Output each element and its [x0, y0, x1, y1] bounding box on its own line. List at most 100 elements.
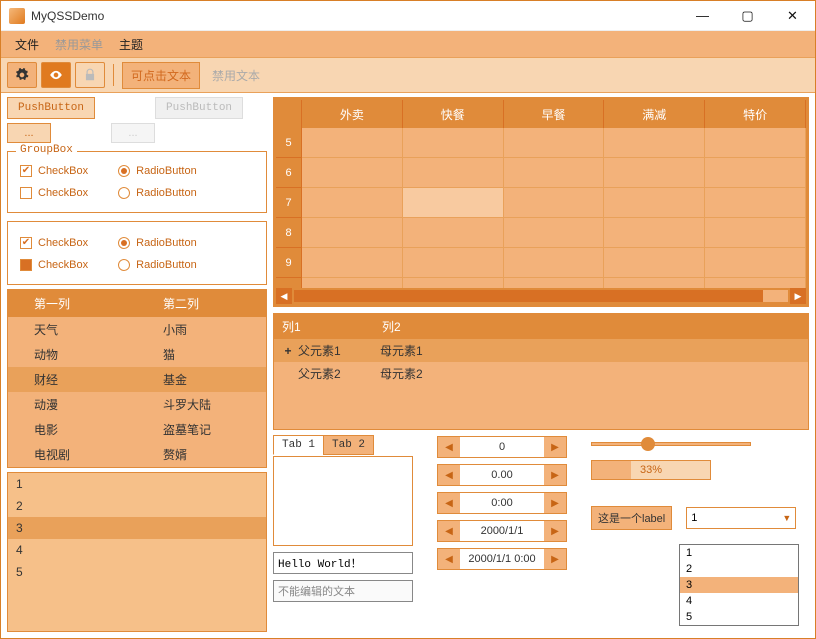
table-row[interactable]: 动漫斗罗大陆	[8, 392, 266, 417]
table-row[interactable]: 动物猫	[8, 342, 266, 367]
close-button[interactable]: ✕	[770, 1, 815, 30]
table-cell[interactable]	[504, 128, 605, 158]
h-scrollbar[interactable]: ◀ ▶	[276, 288, 806, 304]
table-cell[interactable]	[403, 188, 504, 218]
table-row[interactable]: 电影盗墓笔记	[8, 417, 266, 442]
table-row[interactable]: 财经基金	[8, 367, 266, 392]
maximize-button[interactable]: ▢	[725, 1, 770, 30]
minimize-button[interactable]: —	[680, 1, 725, 30]
combobox[interactable]: 1▼	[686, 507, 796, 529]
settings-button[interactable]	[7, 62, 37, 88]
table-cell[interactable]	[504, 188, 605, 218]
combo-option[interactable]: 2	[680, 561, 798, 577]
table-cell[interactable]	[705, 188, 806, 218]
table-row-header[interactable]: 10	[276, 278, 302, 288]
table-cell[interactable]	[604, 278, 705, 288]
spinbox-date[interactable]: ◀2000/1/1▶	[437, 520, 567, 542]
spinbox-time[interactable]: ◀0:00▶	[437, 492, 567, 514]
table-cell[interactable]	[604, 188, 705, 218]
list-item[interactable]: 2	[8, 495, 266, 517]
table-row-header[interactable]: 5	[276, 128, 302, 158]
checkbox-4[interactable]: CheckBox	[20, 259, 88, 271]
table-cell[interactable]	[705, 218, 806, 248]
spinbox-double[interactable]: ◀0.00▶	[437, 464, 567, 486]
list-item[interactable]: 4	[8, 539, 266, 561]
tab-1[interactable]: Tab 1	[273, 435, 324, 455]
tree-row[interactable]: 父元素2母元素2	[274, 362, 808, 385]
dots-button[interactable]: ...	[7, 123, 51, 143]
table-cell[interactable]	[705, 128, 806, 158]
list-item[interactable]: 5	[8, 561, 266, 583]
preview-button[interactable]	[41, 62, 71, 88]
tab-2[interactable]: Tab 2	[323, 435, 374, 455]
checkbox-3[interactable]: CheckBox	[20, 237, 88, 249]
menu-theme[interactable]: 主题	[111, 32, 151, 57]
radio-4[interactable]: RadioButton	[118, 259, 197, 271]
menu-file[interactable]: 文件	[7, 32, 47, 57]
table-cell[interactable]	[604, 248, 705, 278]
clickable-text[interactable]: 可点击文本	[122, 62, 200, 89]
table-cell[interactable]	[504, 278, 605, 288]
slider-thumb[interactable]	[641, 437, 655, 451]
table-cell[interactable]	[302, 248, 403, 278]
radio-1[interactable]: RadioButton	[118, 165, 197, 177]
table-cell[interactable]	[302, 278, 403, 288]
checkbox-1[interactable]: CheckBox	[20, 165, 88, 177]
table-col-header[interactable]: 外卖	[302, 100, 403, 128]
combo-option[interactable]: 4	[680, 593, 798, 609]
table-col-header[interactable]: 快餐	[403, 100, 504, 128]
radio-2[interactable]: RadioButton	[118, 187, 197, 199]
radio-3[interactable]: RadioButton	[118, 237, 197, 249]
spin-right-icon[interactable]: ▶	[544, 437, 566, 457]
spinbox-datetime[interactable]: ◀2000/1/1 0:00▶	[437, 548, 567, 570]
table-row[interactable]: 电视剧赘婿	[8, 442, 266, 467]
slider[interactable]	[591, 436, 751, 452]
combo-option[interactable]: 5	[680, 609, 798, 625]
table-row-header[interactable]: 8	[276, 218, 302, 248]
table-cell[interactable]	[403, 218, 504, 248]
table-cell[interactable]	[504, 218, 605, 248]
table-cell[interactable]	[403, 128, 504, 158]
combo-option[interactable]: 1	[680, 545, 798, 561]
table-row-header[interactable]: 6	[276, 158, 302, 188]
table-cell[interactable]	[705, 278, 806, 288]
push-button[interactable]: PushButton	[7, 97, 95, 119]
col-1-header[interactable]: 第一列	[8, 290, 137, 317]
tree-widget[interactable]: 列1 列2 +父元素1母元素1父元素2母元素2	[273, 313, 809, 430]
table-row-header[interactable]: 9	[276, 248, 302, 278]
tree-row[interactable]: +父元素1母元素1	[274, 339, 808, 362]
text-input[interactable]	[273, 552, 413, 574]
expand-icon[interactable]: +	[282, 344, 294, 358]
combo-option[interactable]: 3	[680, 577, 798, 593]
table-cell[interactable]	[504, 248, 605, 278]
table-row-header[interactable]: 7	[276, 188, 302, 218]
list-item[interactable]: 1	[8, 473, 266, 495]
table-col-header[interactable]: 满减	[604, 100, 705, 128]
table-cell[interactable]	[302, 218, 403, 248]
table-cell[interactable]	[705, 158, 806, 188]
list-item[interactable]: 3	[8, 517, 266, 539]
table-col-header[interactable]: 早餐	[504, 100, 605, 128]
table-cell[interactable]	[403, 278, 504, 288]
table-cell[interactable]	[302, 128, 403, 158]
big-table[interactable]: 外卖快餐早餐满减特价 5678910 ◀ ▶	[273, 97, 809, 307]
table-col-header[interactable]: 特价	[705, 100, 806, 128]
list-widget[interactable]: 12345	[7, 472, 267, 632]
col-2-header[interactable]: 第二列	[137, 290, 266, 317]
table-row[interactable]: 天气小雨	[8, 317, 266, 342]
combo-dropdown[interactable]: 12345	[679, 544, 799, 626]
table-cell[interactable]	[403, 158, 504, 188]
checkbox-2[interactable]: CheckBox	[20, 187, 88, 199]
scroll-left-icon[interactable]: ◀	[276, 288, 292, 304]
tree-col-1[interactable]: 列1	[274, 314, 374, 339]
table-cell[interactable]	[302, 188, 403, 218]
table-cell[interactable]	[403, 248, 504, 278]
table-cell[interactable]	[504, 158, 605, 188]
spinbox-int[interactable]: ◀0▶	[437, 436, 567, 458]
lock-button[interactable]	[75, 62, 105, 88]
table-cell[interactable]	[302, 158, 403, 188]
spin-left-icon[interactable]: ◀	[438, 437, 460, 457]
table-cell[interactable]	[604, 158, 705, 188]
table-cell[interactable]	[604, 218, 705, 248]
tree-col-2[interactable]: 列2	[374, 314, 808, 339]
